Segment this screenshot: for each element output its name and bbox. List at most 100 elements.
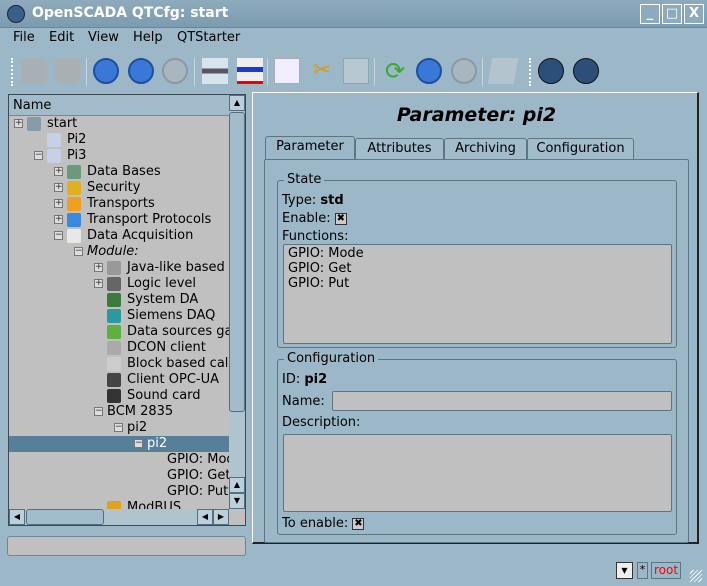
tree-rows: + start Pi2 − Pi3 + Data Bases + Security + Transp…	[9, 116, 229, 509]
toolbar-grip[interactable]	[11, 58, 14, 86]
menu-file[interactable]: File	[13, 30, 35, 45]
list-item[interactable]: GPIO: Get	[288, 261, 667, 276]
tree-item[interactable]: + start	[9, 116, 229, 132]
to-enable-checkbox[interactable]: ✖	[352, 517, 365, 530]
dropdown-button[interactable]: ▼	[616, 562, 633, 579]
tree-item[interactable]: Client OPC-UA	[9, 372, 229, 388]
start-icon[interactable]	[416, 58, 442, 84]
tab-parameter[interactable]: Parameter	[265, 136, 355, 160]
toolbar-grip[interactable]	[529, 58, 532, 86]
expand-icon[interactable]: +	[94, 279, 103, 288]
enable-checkbox[interactable]: ✖	[334, 212, 347, 225]
qtcfg-icon[interactable]	[538, 58, 564, 84]
db-save-icon[interactable]	[55, 58, 81, 84]
tree-item[interactable]: GPIO: Get	[9, 468, 229, 484]
tree-vertical-scrollbar[interactable]: ▲ ▲ ▼	[229, 95, 245, 509]
tree-item[interactable]: DCON client	[9, 340, 229, 356]
tree-node-icon	[27, 116, 41, 131]
collapse-icon[interactable]: −	[114, 423, 123, 432]
vision-icon[interactable]	[573, 58, 599, 84]
list-item[interactable]: GPIO: Put	[288, 276, 667, 291]
tab-configuration[interactable]: Configuration	[527, 138, 634, 159]
tab-attributes[interactable]: Attributes	[355, 138, 444, 159]
tab-archiving[interactable]: Archiving	[444, 138, 527, 159]
modified-indicator: *	[637, 562, 648, 579]
scroll-thumb[interactable]	[229, 112, 245, 412]
minimize-button[interactable]: _	[640, 4, 660, 24]
tree-item[interactable]: − pi2	[9, 420, 229, 436]
tree-item[interactable]: − Module:	[9, 244, 229, 260]
collapse-icon[interactable]: −	[34, 151, 43, 160]
tree-item[interactable]: − BCM 2835	[9, 404, 229, 420]
functions-list[interactable]: GPIO: Mode GPIO: Get GPIO: Put	[283, 244, 672, 344]
cut-icon[interactable]: ✂	[309, 58, 335, 84]
list-item[interactable]: GPIO: Mode	[288, 246, 667, 261]
tree-item[interactable]: − Pi3	[9, 148, 229, 164]
toolbar-separator	[267, 58, 268, 86]
expand-icon[interactable]: +	[14, 119, 23, 128]
tree-item[interactable]: − pi2	[9, 436, 229, 452]
scroll-thumb[interactable]	[26, 509, 104, 525]
tree-item-label: Siemens DAQ	[127, 308, 216, 323]
back-icon[interactable]	[128, 58, 154, 84]
menu-edit[interactable]: Edit	[49, 30, 74, 45]
delete-item-icon[interactable]	[237, 58, 263, 84]
name-input[interactable]	[332, 391, 672, 411]
stop-icon[interactable]	[451, 58, 477, 84]
expand-icon[interactable]: +	[54, 199, 63, 208]
tree-item[interactable]: ModBUS	[9, 500, 229, 509]
user-indicator[interactable]: root	[651, 562, 681, 579]
window-title: OpenSCADA QTCfg: start	[32, 5, 229, 21]
help-icon[interactable]	[487, 58, 519, 84]
tree-item[interactable]: − Data Acquisition	[9, 228, 229, 244]
collapse-icon[interactable]: −	[54, 231, 63, 240]
db-load-icon[interactable]	[21, 58, 47, 84]
up-icon[interactable]	[93, 58, 119, 84]
expand-icon[interactable]: +	[54, 183, 63, 192]
resize-grip[interactable]	[690, 570, 702, 582]
tree-horizontal-scrollbar[interactable]: ◀ ◀ ▶	[9, 509, 229, 525]
tree-header-name[interactable]: Name	[9, 95, 229, 116]
expand-icon[interactable]: +	[94, 263, 103, 272]
toolbar-separator	[374, 58, 375, 86]
scroll-up-button[interactable]: ▲	[229, 95, 245, 111]
refresh-icon[interactable]: ⟳	[382, 58, 408, 84]
tree-item[interactable]: + Logic level	[9, 276, 229, 292]
scroll-up-button[interactable]: ▲	[229, 477, 245, 493]
tree-item[interactable]: + Transport Protocols	[9, 212, 229, 228]
tree-item[interactable]: Block based calculator	[9, 356, 229, 372]
collapse-icon[interactable]: −	[94, 407, 103, 416]
tree-item[interactable]: GPIO: Put	[9, 484, 229, 500]
menu-help[interactable]: Help	[133, 30, 163, 45]
tree-item[interactable]: + Java-like based calculator	[9, 260, 229, 276]
expand-icon[interactable]: +	[54, 215, 63, 224]
tree-item[interactable]: Sound card	[9, 388, 229, 404]
scroll-left-button[interactable]: ◀	[9, 509, 25, 525]
forward-icon[interactable]	[162, 58, 188, 84]
paste-icon[interactable]	[343, 58, 369, 84]
tree-item[interactable]: System DA	[9, 292, 229, 308]
menu-qtstarter[interactable]: QTStarter	[177, 30, 240, 45]
tree-item[interactable]: Pi2	[9, 132, 229, 148]
scroll-left-button[interactable]: ◀	[197, 509, 213, 525]
tree-item[interactable]: + Transports	[9, 196, 229, 212]
menu-view[interactable]: View	[88, 30, 119, 45]
close-button[interactable]: X	[684, 4, 704, 24]
tree-item[interactable]: GPIO: Mode	[9, 452, 229, 468]
scroll-down-button[interactable]: ▼	[229, 493, 245, 509]
collapse-icon[interactable]: −	[74, 247, 83, 256]
scroll-right-button[interactable]: ▶	[213, 509, 229, 525]
tree-item[interactable]: Data sources gate	[9, 324, 229, 340]
collapse-icon[interactable]: −	[134, 439, 143, 448]
tree-item[interactable]: + Security	[9, 180, 229, 196]
tree-item[interactable]: Siemens DAQ	[9, 308, 229, 324]
type-value: std	[320, 193, 344, 208]
description-textarea[interactable]	[283, 434, 672, 512]
tree-item-label: Transports	[87, 196, 155, 211]
tree-node-icon	[107, 388, 121, 403]
add-item-icon[interactable]	[202, 58, 228, 84]
tree-item[interactable]: + Data Bases	[9, 164, 229, 180]
expand-icon[interactable]: +	[54, 167, 63, 176]
maximize-button[interactable]: □	[662, 4, 682, 24]
copy-icon[interactable]	[274, 58, 300, 84]
